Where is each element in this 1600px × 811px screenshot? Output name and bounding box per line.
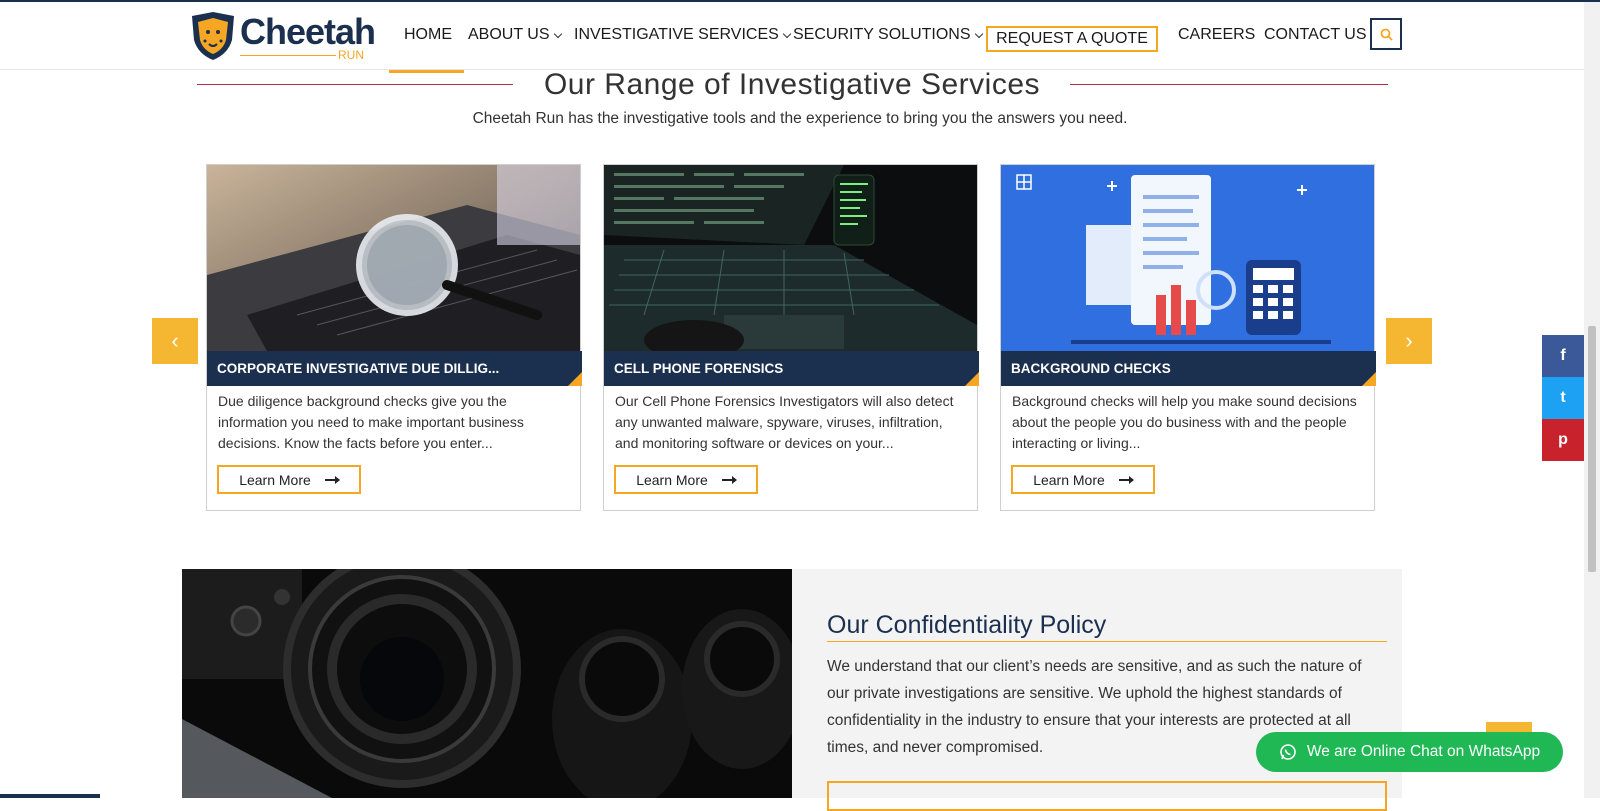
chevron-down-icon bbox=[553, 29, 562, 38]
nav-investigative-label: INVESTIGATIVE SERVICES bbox=[574, 26, 779, 43]
site-header: Cheetah RUN HOME ABOUT US INVESTIGATIVE … bbox=[0, 2, 1584, 70]
cheetah-shield-icon bbox=[192, 12, 234, 60]
nav-home-label: HOME bbox=[404, 26, 452, 43]
nav-contact-label: CONTACT US bbox=[1264, 26, 1367, 43]
nav-about-label: ABOUT US bbox=[468, 26, 550, 43]
twitter-share-button[interactable]: t bbox=[1542, 377, 1584, 419]
camera-binoculars-image bbox=[182, 569, 792, 798]
facebook-share-button[interactable]: f bbox=[1542, 335, 1584, 377]
magnifier-laptop-image bbox=[207, 165, 580, 351]
whatsapp-icon bbox=[1280, 744, 1296, 760]
card-title: CELL PHONE FORENSICS bbox=[604, 351, 979, 386]
chevron-right-icon: › bbox=[1405, 328, 1413, 353]
chevron-down-icon bbox=[782, 29, 792, 38]
nav-careers[interactable]: CAREERS bbox=[1178, 26, 1255, 44]
service-card: CELL PHONE FORENSICS Our Cell Phone Fore… bbox=[603, 164, 979, 511]
card-title: CORPORATE INVESTIGATIVE DUE DILLIG... bbox=[207, 351, 582, 386]
chevron-left-icon: ‹ bbox=[171, 328, 179, 353]
heading-divider-right bbox=[1070, 84, 1388, 85]
document-check-illustration bbox=[1001, 165, 1374, 351]
twitter-icon: t bbox=[1560, 389, 1566, 406]
nav-investigative-services[interactable]: INVESTIGATIVE SERVICES bbox=[574, 26, 792, 44]
policy-divider bbox=[827, 641, 1387, 642]
search-icon bbox=[1380, 28, 1393, 41]
arrow-right-icon bbox=[324, 475, 340, 484]
learn-more-label: Learn More bbox=[239, 471, 311, 488]
facebook-icon: f bbox=[1560, 347, 1566, 364]
card-title: BACKGROUND CHECKS bbox=[1001, 351, 1376, 386]
logo-divider bbox=[240, 55, 336, 56]
magnifier-illustration bbox=[207, 165, 580, 351]
card-description: Due diligence background checks give you… bbox=[218, 393, 524, 451]
nav-careers-label: CAREERS bbox=[1178, 26, 1256, 43]
nav-about[interactable]: ABOUT US bbox=[468, 26, 562, 44]
logo-text: Cheetah bbox=[240, 11, 376, 52]
logo-subtext: RUN bbox=[338, 48, 364, 62]
learn-more-button[interactable]: Learn More bbox=[217, 465, 361, 494]
whatsapp-chat-button[interactable]: We are Online Chat on WhatsApp bbox=[1256, 732, 1563, 772]
pinterest-icon: p bbox=[1558, 431, 1568, 448]
taskbar-edge bbox=[0, 794, 100, 798]
scrollbar-thumb[interactable] bbox=[1588, 326, 1596, 572]
carousel-next-button[interactable]: › bbox=[1386, 318, 1432, 364]
learn-more-button[interactable]: Learn More bbox=[614, 465, 758, 494]
site-logo[interactable]: Cheetah RUN bbox=[188, 10, 376, 64]
search-button[interactable] bbox=[1370, 18, 1402, 50]
nav-contact[interactable]: CONTACT US bbox=[1264, 26, 1367, 44]
section-subtitle: Cheetah Run has the investigative tools … bbox=[472, 110, 1128, 127]
arrow-right-icon bbox=[1118, 475, 1134, 484]
pinterest-share-button[interactable]: p bbox=[1542, 419, 1584, 461]
learn-more-button[interactable]: Learn More bbox=[1011, 465, 1155, 494]
card-description: Our Cell Phone Forensics Investigators w… bbox=[615, 393, 954, 451]
hacker-laptop-image bbox=[604, 165, 977, 351]
whatsapp-label: We are Online Chat on WhatsApp bbox=[1306, 743, 1541, 760]
laptop-code-illustration bbox=[604, 165, 977, 351]
camera-illustration bbox=[182, 569, 792, 798]
heading-divider-left bbox=[197, 84, 513, 85]
policy-title: Our Confidentiality Policy bbox=[827, 611, 1107, 639]
background-check-image bbox=[1001, 165, 1374, 351]
arrow-right-icon bbox=[721, 475, 737, 484]
page-scrollbar[interactable] bbox=[1584, 2, 1600, 798]
carousel-prev-button[interactable]: ‹ bbox=[152, 318, 198, 364]
service-card: BACKGROUND CHECKS Background checks will… bbox=[1000, 164, 1376, 511]
nav-security-solutions[interactable]: SECURITY SOLUTIONS bbox=[793, 26, 983, 44]
nav-security-label: SECURITY SOLUTIONS bbox=[793, 26, 971, 43]
request-quote-button[interactable]: REQUEST A QUOTE bbox=[986, 26, 1158, 52]
section-title: Our Range of Investigative Services bbox=[543, 68, 1041, 101]
service-card: CORPORATE INVESTIGATIVE DUE DILLIG... Du… bbox=[206, 164, 582, 511]
chevron-down-icon bbox=[974, 29, 983, 38]
nav-home[interactable]: HOME bbox=[404, 26, 452, 44]
card-description: Background checks will help you make sou… bbox=[1012, 393, 1357, 451]
nav-active-indicator bbox=[389, 70, 464, 73]
policy-action-button[interactable] bbox=[827, 781, 1387, 811]
learn-more-label: Learn More bbox=[636, 471, 708, 488]
learn-more-label: Learn More bbox=[1033, 471, 1105, 488]
